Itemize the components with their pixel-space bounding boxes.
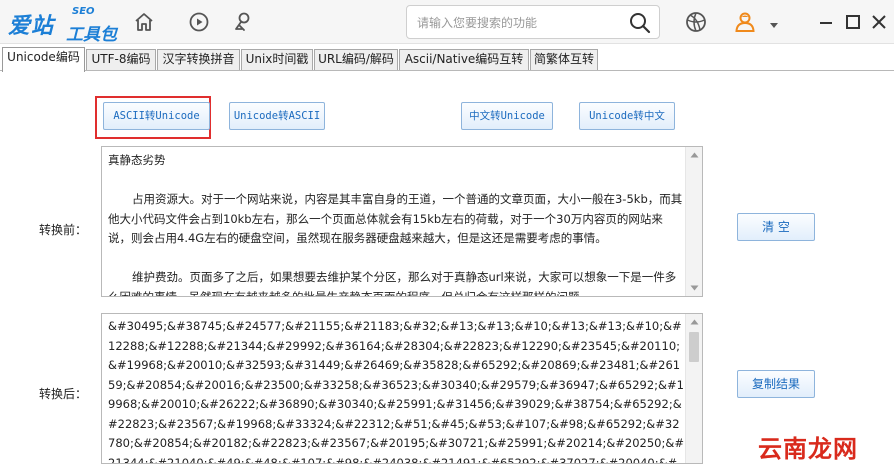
close-icon[interactable] (870, 13, 888, 31)
maximize-icon[interactable] (844, 13, 862, 31)
clear-button[interactable]: 清 空 (737, 213, 815, 241)
watermark: 云南龙网 (758, 427, 892, 463)
copy-result-button[interactable]: 复制结果 (737, 370, 815, 398)
after-label: 转换后： (39, 387, 88, 401)
output-scrollbar[interactable] (685, 314, 702, 463)
home-icon[interactable] (132, 10, 156, 34)
tab-unicode[interactable]: Unicode编码 (2, 47, 85, 72)
scroll-up-icon[interactable] (690, 152, 699, 158)
unicode-panel: ASCII转Unicode Unicode转ASCII 中文转Unicode U… (0, 71, 894, 474)
unicode-to-ascii-button[interactable]: Unicode转ASCII (229, 102, 325, 130)
chinese-to-unicode-button[interactable]: 中文转Unicode (461, 102, 553, 130)
user-dropdown-icon[interactable] (769, 19, 779, 28)
app-logo: 爱站 SEO 工具包 (8, 6, 120, 45)
input-heading: 真静态劣势 (108, 153, 166, 167)
before-label: 转换前： (39, 223, 88, 237)
scroll-down-icon[interactable] (690, 285, 699, 291)
unicode-to-chinese-button[interactable]: Unicode转中文 (579, 102, 675, 130)
logo-sub-text: 工具包 (66, 25, 117, 45)
search-input[interactable] (417, 14, 622, 32)
input-textarea[interactable]: 真静态劣势 占用资源大。对于一个网站来说，内容是其丰富自身的王道，一个普通的文章… (101, 146, 703, 297)
basketball-icon[interactable] (684, 10, 708, 34)
share-icon[interactable] (230, 10, 254, 34)
tab-utf8[interactable]: UTF-8编码 (86, 49, 156, 70)
search-box[interactable] (406, 5, 660, 39)
play-icon[interactable] (187, 10, 211, 34)
scroll-thumb[interactable] (689, 332, 699, 362)
scroll-up-icon[interactable] (690, 319, 699, 325)
title-bar: 爱站 SEO 工具包 (0, 0, 894, 45)
ascii-to-unicode-button[interactable]: ASCII转Unicode (103, 102, 210, 130)
logo-main-text: 爱站 (8, 14, 55, 39)
tab-unix-timestamp[interactable]: Unix时间戳 (241, 49, 313, 70)
input-paragraph-1: 占用资源大。对于一个网站来说，内容是其丰富自身的王道，一个普通的文章页面，大小一… (108, 192, 683, 245)
output-textarea[interactable]: &#30495;&#38745;&#24577;&#21155;&#21183;… (101, 313, 703, 464)
output-text: &#30495;&#38745;&#24577;&#21155;&#21183;… (108, 319, 684, 464)
minimize-icon[interactable] (817, 13, 835, 31)
input-text: 真静态劣势 占用资源大。对于一个网站来说，内容是其丰富自身的王道，一个普通的文章… (108, 151, 684, 297)
tab-ascii-native[interactable]: Ascii/Native编码互转 (399, 49, 529, 70)
tab-bar: Unicode编码 UTF-8编码 汉字转换拼音 Unix时间戳 URL编码/解… (0, 47, 894, 72)
logo-seo-text: SEO (72, 6, 95, 17)
tab-url-encode[interactable]: URL编码/解码 (314, 49, 398, 70)
tab-pinyin[interactable]: 汉字转换拼音 (157, 49, 240, 70)
user-icon[interactable] (733, 10, 757, 34)
tab-simplified-traditional[interactable]: 简繁体互转 (530, 49, 598, 70)
watermark-text: 云南龙网 (758, 435, 858, 463)
input-paragraph-2: 维护费劲。页面多了之后，如果想要去维护某个分区，那么对于真静态url来说，大家可… (108, 270, 677, 297)
input-scrollbar[interactable] (685, 147, 702, 296)
search-icon[interactable] (629, 12, 651, 34)
